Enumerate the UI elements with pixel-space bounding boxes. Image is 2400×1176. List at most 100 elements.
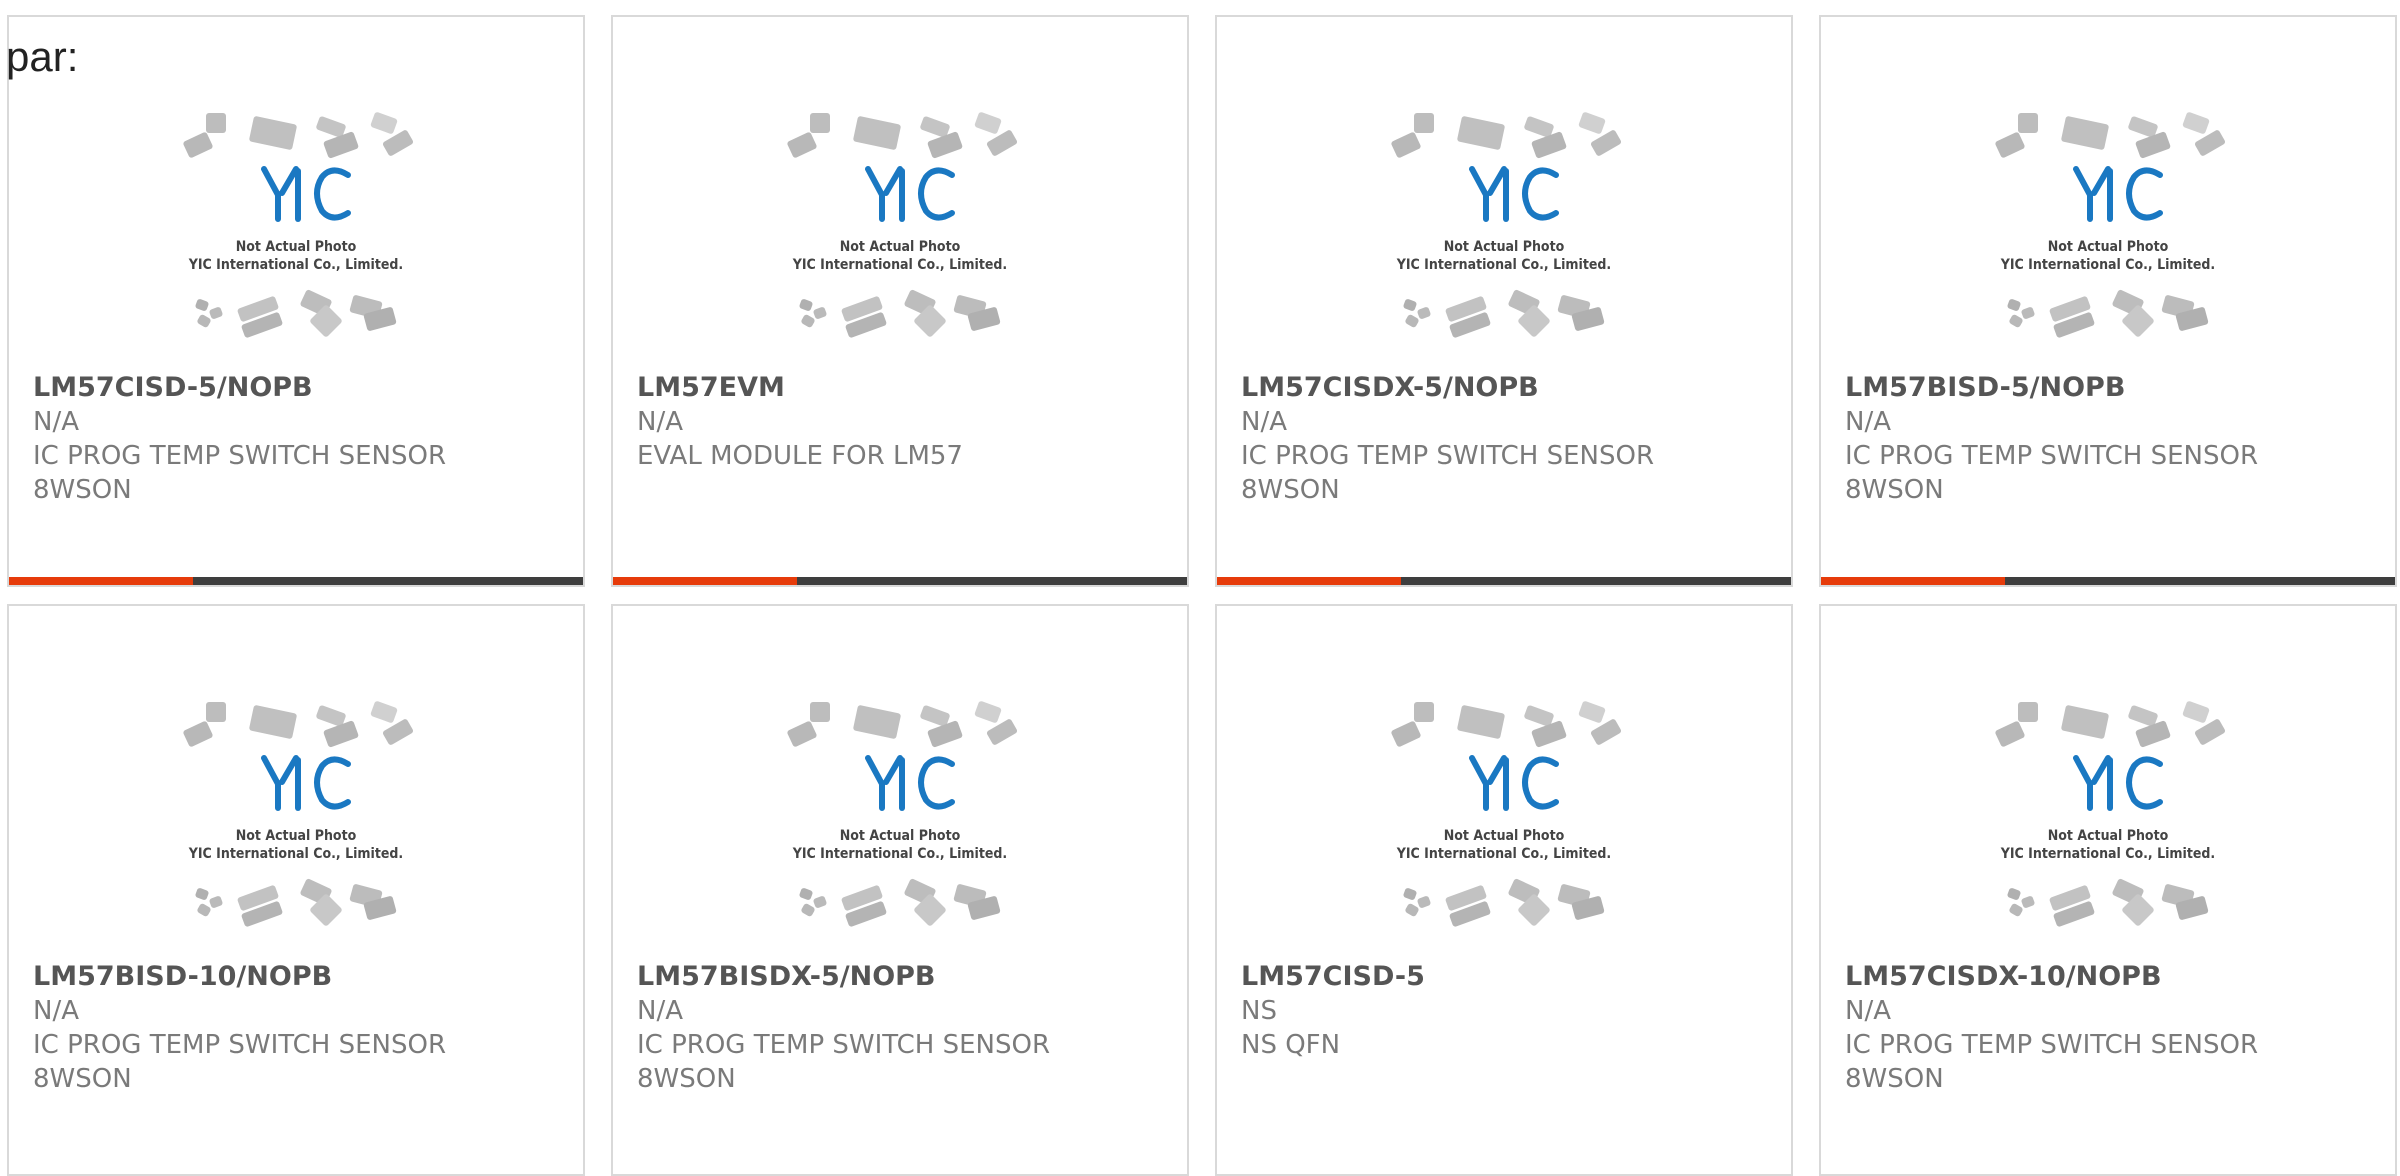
chip-icon	[1995, 721, 2025, 747]
product-card[interactable]: Not Actual Photo YIC International Co., L…	[611, 15, 1189, 587]
thumbnail-caption-line1: Not Actual Photo	[236, 239, 357, 255]
lead-text: par:	[6, 33, 79, 80]
chip-icon	[197, 314, 211, 328]
chip-group-top	[1391, 112, 1622, 159]
chip-icon	[1414, 113, 1434, 133]
yic-logo	[2073, 755, 2163, 811]
chip-icon	[920, 116, 950, 138]
product-card[interactable]: Not Actual Photo YIC International Co., L…	[1215, 15, 1793, 587]
manufacturer: N/A	[637, 407, 683, 437]
chip-icon	[1590, 719, 1622, 745]
logo-y-stroke	[883, 755, 903, 785]
logo-y-stroke	[2091, 755, 2111, 785]
chip-icon	[1405, 314, 1419, 328]
manufacturer: N/A	[637, 996, 683, 1026]
manufacturer: N/A	[33, 407, 79, 437]
chip-group-bottom	[195, 878, 397, 927]
chip-icon	[1417, 307, 1431, 319]
chip-icon	[1405, 903, 1419, 917]
product-placeholder-image: Not Actual Photo YIC International Co., L…	[183, 112, 414, 338]
chip-icon	[2182, 701, 2210, 723]
part-number[interactable]: LM57CISD-5/NOPB	[33, 371, 563, 405]
logo-c-stroke	[2126, 756, 2163, 810]
manufacturer: NS	[1241, 996, 1277, 1026]
yic-logo	[865, 166, 955, 222]
chip-icon	[920, 705, 950, 727]
product-info: LM57CISDX-10/NOPB N/A IC PROG TEMP SWITC…	[1845, 960, 2375, 1096]
part-number[interactable]: LM57BISD-5/NOPB	[1845, 371, 2375, 405]
chip-icon	[813, 896, 827, 908]
product-card[interactable]: Not Actual Photo YIC International Co., L…	[7, 604, 585, 1176]
chip-icon	[197, 903, 211, 917]
product-placeholder-image: Not Actual Photo YIC International Co., L…	[787, 701, 1018, 927]
logo-y-stroke	[279, 166, 299, 196]
chip-icon	[1391, 132, 1421, 158]
product-placeholder-image: Not Actual Photo YIC International Co., L…	[1995, 701, 2226, 927]
logo-y-stroke	[2073, 166, 2093, 222]
chip-icon	[810, 702, 830, 722]
thumbnail-caption-line2: YIC International Co., Limited.	[792, 257, 1007, 273]
chip-icon	[2021, 307, 2035, 319]
chip-group-top	[1995, 701, 2226, 748]
product-card[interactable]: Not Actual Photo YIC International Co., L…	[611, 604, 1189, 1176]
product-thumbnail: Not Actual Photo YIC International Co., L…	[9, 696, 583, 956]
chip-icon	[2009, 314, 2023, 328]
product-thumbnail: Not Actual Photo YIC International Co., L…	[9, 107, 583, 367]
description: IC PROG TEMP SWITCH SENSOR 8WSON	[33, 441, 447, 505]
chip-icon	[1524, 116, 1554, 138]
part-number[interactable]: LM57BISDX-5/NOPB	[637, 960, 1167, 994]
chip-icon	[2007, 299, 2021, 311]
product-card[interactable]: Not Actual Photo YIC International Co., L…	[1215, 604, 1793, 1176]
logo-y-stroke	[865, 166, 885, 222]
chip-group-top	[787, 112, 1018, 159]
chip-icon	[209, 307, 223, 319]
product-card[interactable]: Not Actual Photo YIC International Co., L…	[7, 15, 585, 587]
chip-icon	[799, 299, 813, 311]
chip-icon	[2021, 896, 2035, 908]
chip-group-top	[1995, 112, 2226, 159]
chip-icon	[1590, 130, 1622, 156]
thumbnail-caption-line2: YIC International Co., Limited.	[2000, 846, 2215, 862]
part-number[interactable]: LM57CISDX-10/NOPB	[1845, 960, 2375, 994]
product-placeholder-image: Not Actual Photo YIC International Co., L…	[1391, 112, 1622, 338]
chip-icon	[787, 132, 817, 158]
product-card[interactable]: Not Actual Photo YIC International Co., L…	[1819, 15, 2397, 587]
yic-logo	[1469, 755, 1559, 811]
product-card[interactable]: Not Actual Photo YIC International Co., L…	[1819, 604, 2397, 1176]
logo-y-stroke	[261, 755, 281, 811]
chip-icon	[2182, 112, 2210, 134]
chip-icon	[2018, 113, 2038, 133]
logo-c-stroke	[2126, 167, 2163, 221]
description: IC PROG TEMP SWITCH SENSOR 8WSON	[1845, 1030, 2259, 1094]
chip-icon	[853, 705, 901, 739]
chip-icon	[1995, 132, 2025, 158]
thumbnail-caption-line1: Not Actual Photo	[1444, 828, 1565, 844]
logo-c-stroke	[314, 756, 351, 810]
product-info: LM57CISD-5/NOPB N/A IC PROG TEMP SWITCH …	[33, 371, 563, 507]
product-info: LM57CISD-5 NS NS QFN	[1241, 960, 1771, 1062]
product-thumbnail: Not Actual Photo YIC International Co., L…	[1821, 107, 2395, 367]
part-number[interactable]: LM57CISDX-5/NOPB	[1241, 371, 1771, 405]
chip-icon	[2061, 116, 2109, 150]
chip-icon	[206, 702, 226, 722]
chip-icon	[810, 113, 830, 133]
chip-icon	[2194, 130, 2226, 156]
part-number[interactable]: LM57BISD-10/NOPB	[33, 960, 563, 994]
chip-group-bottom	[195, 289, 397, 338]
chip-group-top	[183, 112, 414, 159]
logo-y-stroke	[261, 166, 281, 222]
product-info: LM57BISDX-5/NOPB N/A IC PROG TEMP SWITCH…	[637, 960, 1167, 1096]
chip-icon	[382, 130, 414, 156]
manufacturer: N/A	[1241, 407, 1287, 437]
card-progress-bar	[9, 577, 583, 585]
chip-icon	[316, 116, 346, 138]
chip-icon	[2194, 719, 2226, 745]
chip-icon	[1578, 112, 1606, 134]
chip-group-bottom	[799, 289, 1001, 338]
logo-y-stroke	[865, 755, 885, 811]
part-number[interactable]: LM57EVM	[637, 371, 1167, 405]
part-number[interactable]: LM57CISD-5	[1241, 960, 1771, 994]
chip-group-top	[183, 701, 414, 748]
description: IC PROG TEMP SWITCH SENSOR 8WSON	[33, 1030, 447, 1094]
logo-y-stroke	[1487, 755, 1507, 785]
